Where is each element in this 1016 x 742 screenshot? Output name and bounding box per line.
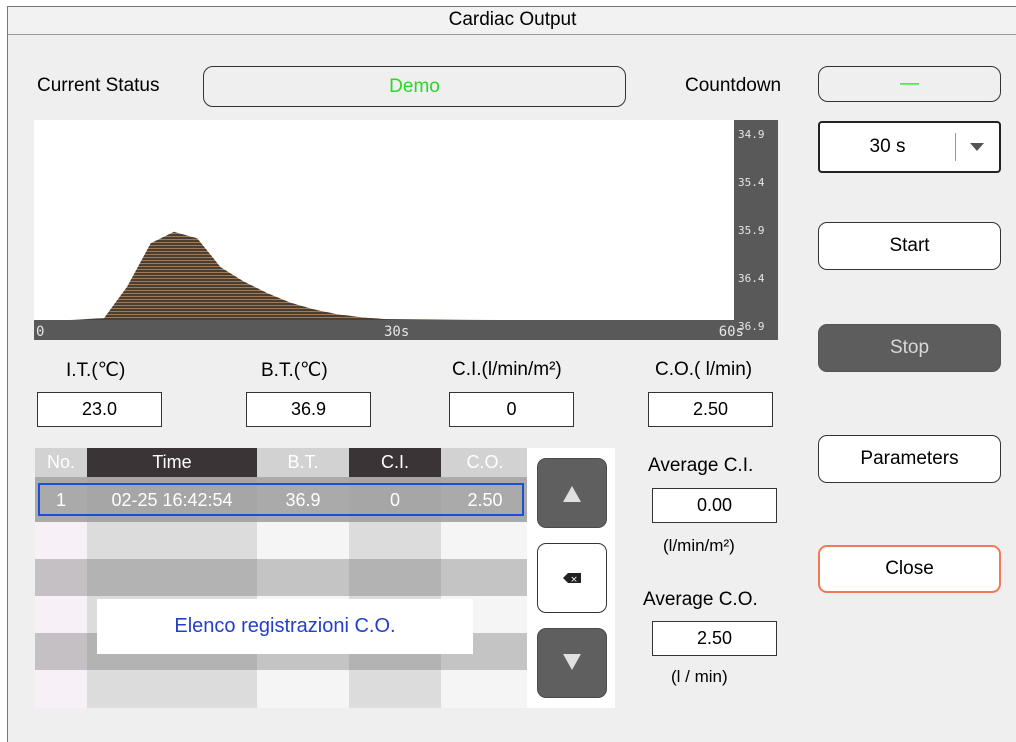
current-status-value: Demo	[203, 66, 626, 107]
average-ci-label: Average C.I.	[648, 455, 754, 476]
svg-text:×: ×	[570, 575, 578, 585]
stop-button[interactable]: Stop	[818, 324, 1001, 372]
chevron-down-icon[interactable]	[970, 143, 984, 151]
row-bt: 36.9	[285, 490, 321, 510]
table-header-no: No.	[35, 448, 87, 477]
average-co-unit: (l / min)	[671, 667, 728, 686]
table-scroll-controls: ×	[527, 448, 615, 708]
average-co-label: Average C.O.	[643, 589, 758, 610]
delete-record-button[interactable]: ×	[537, 543, 607, 613]
measure-time-select[interactable]: 30 s	[818, 121, 1001, 173]
temperature-curve-chart: 34.9 35.4 35.9 36.4 36.9 0 30s 60s	[34, 120, 778, 340]
average-co-value: 2.50	[652, 621, 777, 656]
table-row[interactable]	[35, 559, 529, 596]
y-tick-label: 34.9	[738, 128, 765, 141]
scroll-up-button[interactable]	[537, 458, 607, 528]
row-co: 2.50	[467, 490, 503, 510]
table-row[interactable]	[35, 522, 529, 559]
table-header-bt: B.T.	[257, 448, 349, 477]
ci-value: 0	[449, 392, 574, 427]
y-tick-label: 36.4	[738, 272, 765, 285]
co-records-table: No. Time B.T. C.I. C.O. 1 02-25 16:42:54…	[35, 448, 529, 708]
table-header-ci: C.I.	[349, 448, 441, 477]
it-value: 23.0	[37, 392, 162, 427]
cardiac-output-dialog: Cardiac Output Current Status Demo Count…	[7, 6, 1016, 742]
x-tick-label: 60s	[719, 324, 744, 340]
row-time: 02-25 16:42:54	[111, 490, 233, 510]
countdown-label: Countdown	[685, 75, 782, 96]
backspace-icon: ×	[563, 573, 581, 585]
co-label: C.O.( l/min)	[655, 359, 753, 380]
row-ci: 0	[389, 490, 400, 510]
chart-svg: 34.935.435.936.436.90 30s 60s	[34, 120, 778, 340]
measure-time-value: 30 s	[869, 136, 906, 157]
triangle-up-icon	[563, 486, 581, 502]
bt-label: B.T.(℃)	[261, 360, 328, 381]
table-caption-overlay: Elenco registrazioni C.O.	[97, 599, 473, 654]
average-ci-unit: (l/min/m²)	[663, 536, 735, 555]
current-status-label: Current Status	[37, 75, 160, 96]
table-row[interactable]	[35, 670, 529, 708]
parameters-button[interactable]: Parameters	[818, 435, 1001, 483]
y-tick-label: 35.4	[738, 176, 765, 189]
average-ci-value: 0.00	[652, 488, 777, 523]
select-separator	[955, 133, 956, 161]
close-button[interactable]: Close	[818, 545, 1001, 593]
ci-label: C.I.(l/min/m²)	[452, 359, 562, 380]
window-title: Cardiac Output	[8, 7, 1016, 35]
countdown-value: —	[818, 66, 1001, 102]
triangle-down-icon	[563, 654, 581, 670]
chart-top	[34, 120, 734, 121]
scroll-down-button[interactable]	[537, 628, 607, 698]
co-value: 2.50	[648, 392, 773, 427]
x-tick-label: 0	[36, 324, 44, 340]
it-label: I.T.(℃)	[66, 360, 126, 381]
bt-value: 36.9	[246, 392, 371, 427]
row-no: 1	[55, 490, 66, 510]
table-header-time: Time	[87, 448, 257, 477]
table-header-co: C.O.	[441, 448, 529, 477]
start-button[interactable]: Start	[818, 222, 1001, 270]
x-tick-label: 30s	[384, 324, 409, 340]
y-tick-label: 35.9	[738, 224, 765, 237]
